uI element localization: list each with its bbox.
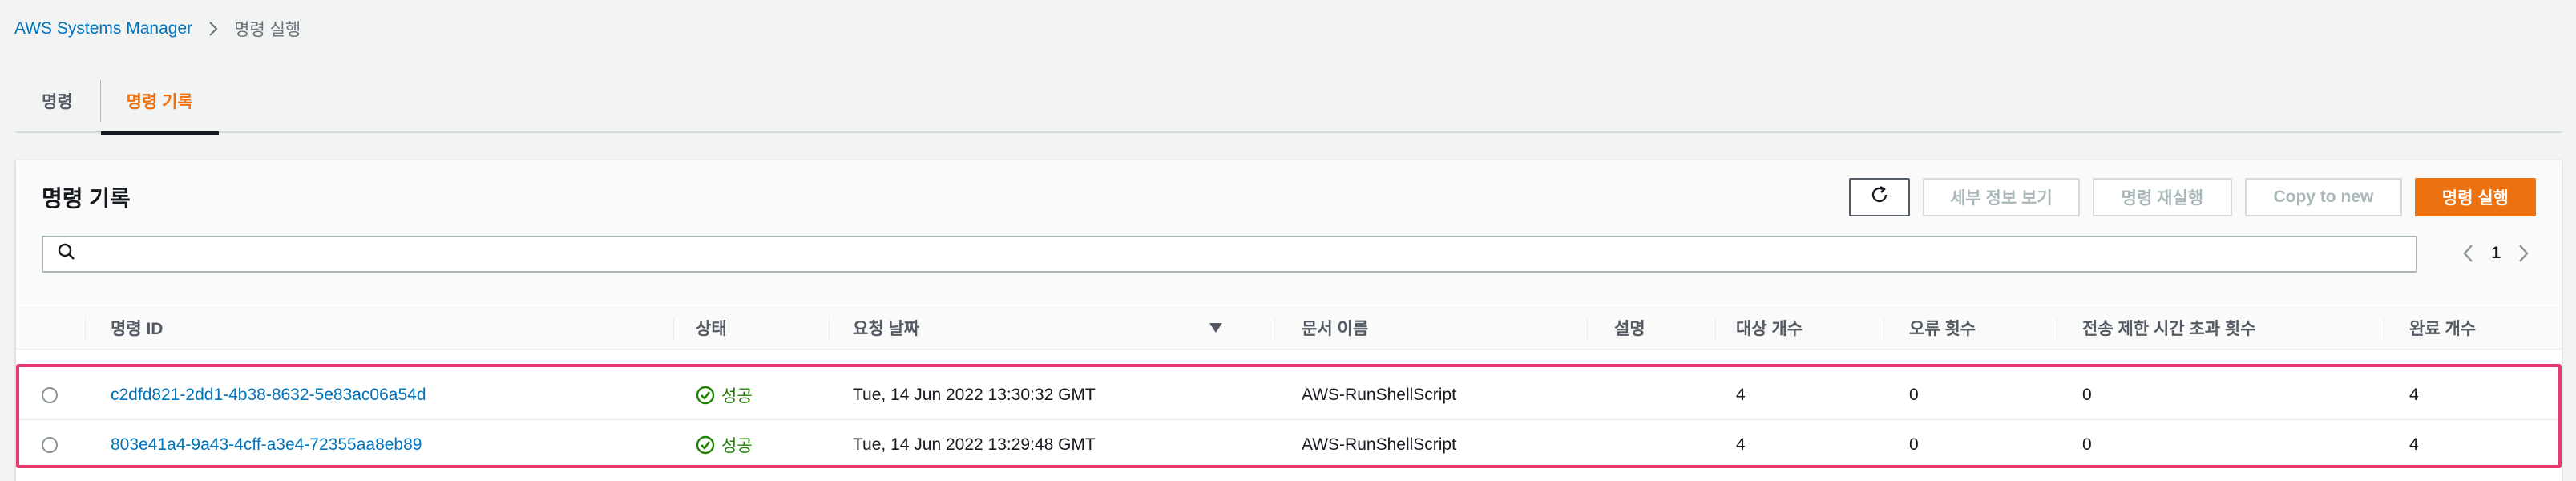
panel-title: 명령 기록 [42,186,131,211]
column-separator [1715,317,1716,340]
search-field[interactable] [42,236,2417,273]
sort-descending-icon[interactable] [1209,306,1223,350]
rows-highlight-box [16,364,2562,468]
refresh-icon [1869,184,1890,210]
column-header-target-count[interactable]: 대상 개수 [1736,306,1803,350]
tab-command-history[interactable]: 명령 기록 [100,69,219,135]
pagination: 1 [2462,237,2530,269]
breadcrumb: AWS Systems Manager 명령 실행 [14,18,301,40]
search-icon [58,243,75,265]
column-header-description[interactable]: 설명 [1614,306,1645,350]
current-page[interactable]: 1 [2491,244,2501,263]
column-header-delivery-timeouts[interactable]: 전송 제한 시간 초과 횟수 [2082,306,2256,350]
column-separator [1274,317,1275,340]
column-separator [85,317,86,340]
chevron-left-icon[interactable] [2462,244,2473,263]
column-separator [829,317,830,340]
panel-header: 명령 기록 세부 정보 보기 명령 재실행 Copy to new 명령 실행 … [16,160,2562,305]
column-header-document-name[interactable]: 문서 이름 [1302,306,1368,350]
search-input[interactable] [85,237,2416,271]
tab-commands[interactable]: 명령 [16,69,100,133]
chevron-right-icon[interactable] [2518,244,2530,263]
column-header-status[interactable]: 상태 [696,306,727,350]
action-buttons: 세부 정보 보기 명령 재실행 Copy to new 명령 실행 [1848,178,2536,216]
command-history-panel: 명령 기록 세부 정보 보기 명령 재실행 Copy to new 명령 실행 … [16,160,2562,481]
column-header-completed-count[interactable]: 완료 개수 [2409,306,2476,350]
breadcrumb-current: 명령 실행 [234,21,301,39]
tab-bar: 명령 명령 기록 [16,69,2562,135]
column-header-error-count[interactable]: 오류 횟수 [1909,306,1976,350]
column-separator [1587,317,1588,340]
column-header-command-id[interactable]: 명령 ID [111,306,163,350]
run-command-button[interactable]: 명령 실행 [2414,178,2536,216]
chevron-right-icon [208,21,218,37]
rerun-button[interactable]: 명령 재실행 [2092,178,2232,216]
column-header-requested-date[interactable]: 요청 날짜 [853,306,919,350]
breadcrumb-root-link[interactable]: AWS Systems Manager [14,19,192,38]
table-header: 명령 ID 상태 요청 날짜 문서 이름 설명 대상 개수 오류 횟수 전송 제… [16,306,2562,350]
copy-to-new-button[interactable]: Copy to new [2244,178,2402,216]
view-details-button[interactable]: 세부 정보 보기 [1922,178,2080,216]
refresh-button[interactable] [1848,178,1910,216]
column-separator [673,317,674,340]
